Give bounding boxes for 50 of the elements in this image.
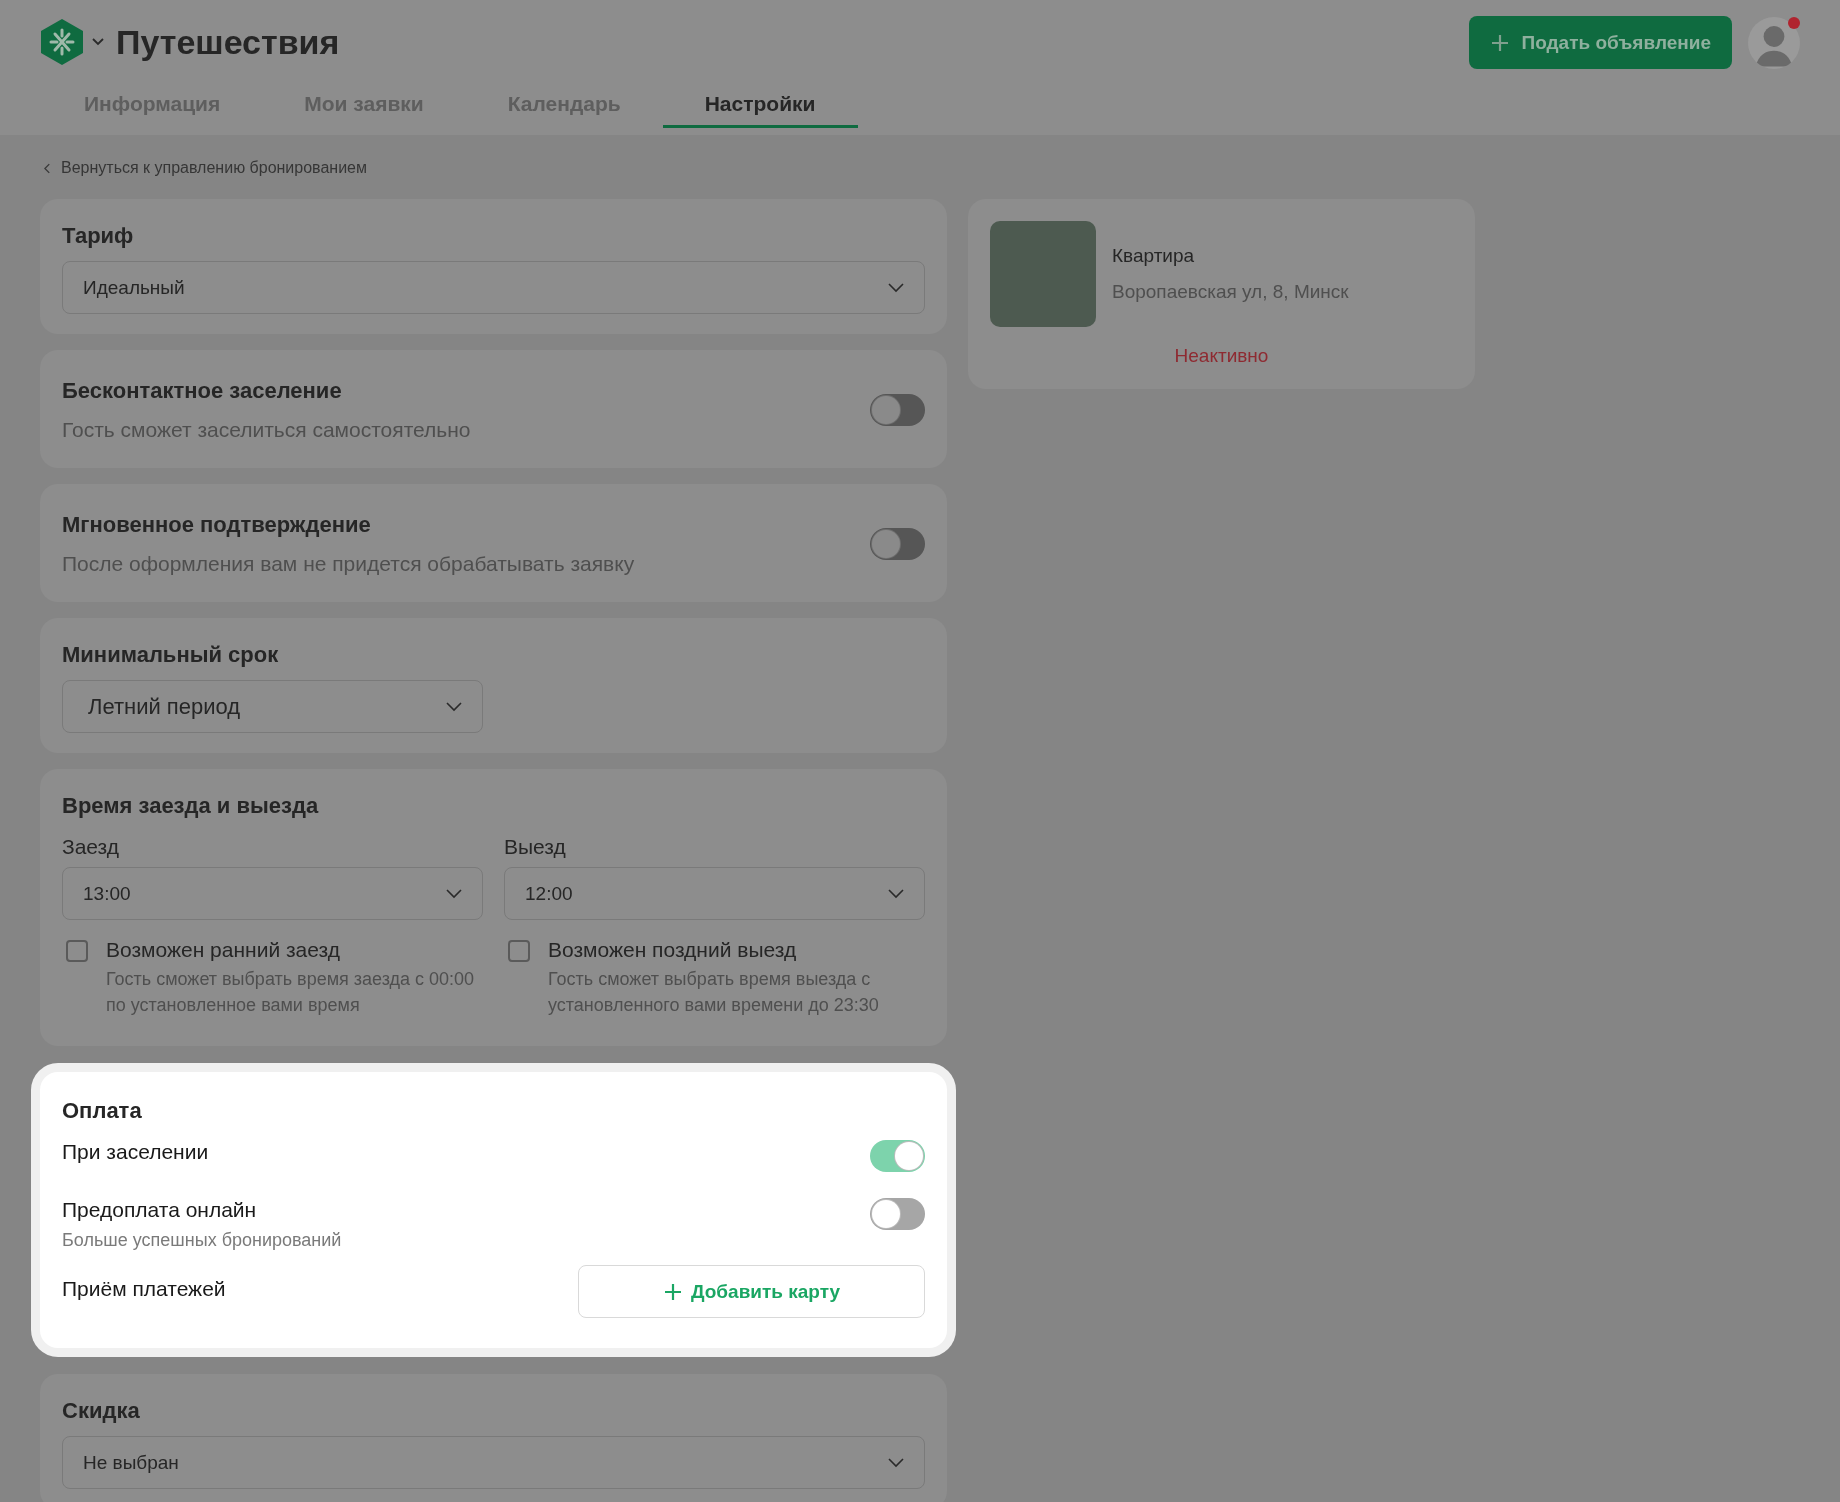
chevron-down-icon <box>888 1457 904 1468</box>
section-description: После оформления вам не придется обрабатывать заявку <box>62 552 635 576</box>
toggle-switch[interactable] <box>870 1198 925 1231</box>
section-description: Гость сможет заселиться самостоятельно <box>62 418 471 442</box>
checkbox[interactable] <box>66 940 88 962</box>
section-title: Тариф <box>62 223 135 249</box>
checkbox-description: Гость сможет выбрать время заезда с 00:00 по установленное вами время <box>106 968 476 1018</box>
option-description: Больше успешных бронирований <box>62 1230 342 1252</box>
field-label: Выезд <box>504 835 567 859</box>
back-link[interactable]: Вернуться к управлению бронированием <box>44 159 1840 177</box>
section-title: Мгновенное подтверждение <box>62 512 372 538</box>
chevron-down-icon <box>888 282 904 293</box>
listing-status: Неактивно <box>1173 345 1270 367</box>
checkbox[interactable] <box>508 940 530 962</box>
dropdown-field[interactable]: Не выбран <box>62 1436 925 1490</box>
dropdown-field[interactable]: Идеальный <box>62 261 925 314</box>
toggle-switch[interactable] <box>870 394 925 426</box>
chevron-down-icon <box>446 701 462 712</box>
checkbox-label: Возможен поздний выезд <box>548 938 798 962</box>
chevron-down-icon <box>446 888 462 899</box>
toggle-switch[interactable] <box>870 1140 925 1173</box>
section-title: Оплата <box>62 1098 143 1125</box>
add-card-button[interactable]: Добавить карту <box>578 1265 925 1319</box>
post-listing-button[interactable]: Подать объявление <box>1468 16 1732 69</box>
listing-address: Воропаевская ул, 8, Минск <box>1112 281 1349 303</box>
listing-title: Квартира <box>1112 245 1196 267</box>
section-title: Бесконтактное заселение <box>62 378 343 404</box>
dropdown-field[interactable]: 12:00 <box>504 867 925 920</box>
dropdown-field[interactable]: Летний период <box>62 680 483 733</box>
dropdown-field[interactable]: 13:00 <box>62 867 483 920</box>
section-title: Скидка <box>62 1398 141 1425</box>
app-title: Путешествия <box>116 22 340 62</box>
tab[interactable]: Настройки <box>662 70 858 128</box>
field-label: Заезд <box>62 835 120 859</box>
plus-icon <box>1489 32 1510 53</box>
chevron-down-icon <box>888 888 904 899</box>
plus-icon <box>662 1281 683 1302</box>
toggle-switch[interactable] <box>870 528 925 560</box>
avatar[interactable] <box>1748 16 1800 69</box>
option-label: Предоплата онлайн <box>62 1198 258 1223</box>
notification-dot <box>1788 16 1800 29</box>
logo-icon[interactable] <box>40 18 84 66</box>
section-title: Минимальный срок <box>62 642 280 668</box>
section-title: Время заезда и выезда <box>62 793 320 819</box>
option-label: Приём платежей <box>62 1277 226 1302</box>
checkbox-description: Гость сможет выбрать время выезда с установленного вами времени до 23:30 <box>548 968 880 1018</box>
chevron-left-icon <box>44 162 51 174</box>
option-label: При заселении <box>62 1140 209 1165</box>
chevron-down-icon[interactable] <box>92 38 104 46</box>
checkbox-label: Возможен ранний заезд <box>106 938 341 962</box>
